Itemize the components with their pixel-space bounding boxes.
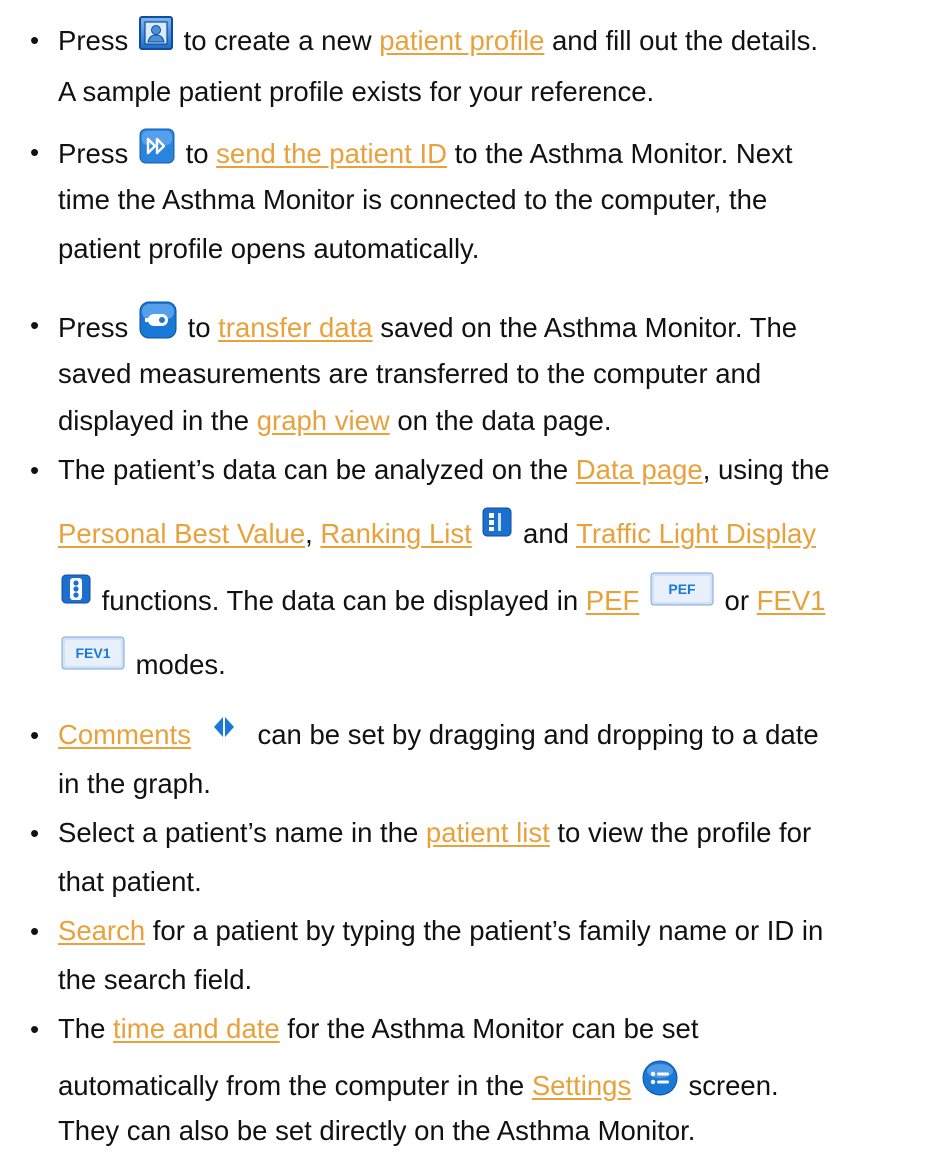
body-text: for a patient by typing the patient’s fa… bbox=[145, 915, 824, 946]
send-id-icon[interactable] bbox=[139, 128, 175, 175]
text-line: They can also be set directly on the Ast… bbox=[58, 1111, 695, 1151]
pef-mode-icon[interactable]: PEF bbox=[650, 572, 714, 617]
text-line: The patient’s data can be analyzed on th… bbox=[58, 450, 830, 490]
body-text: to bbox=[177, 137, 217, 169]
body-text bbox=[472, 518, 480, 549]
body-text: Press bbox=[58, 137, 136, 169]
text-line: patient profile opens automatically. bbox=[58, 229, 479, 269]
body-text: saved measurements are transferred to th… bbox=[58, 358, 762, 389]
body-text: , using the bbox=[702, 454, 830, 485]
text-line: Select a patient’s name in the patient l… bbox=[58, 813, 811, 853]
text-line: FEV1 modes. bbox=[58, 636, 226, 689]
body-text: to the Asthma Monitor. Next bbox=[447, 137, 793, 169]
body-text: The bbox=[58, 1013, 114, 1044]
body-text: and fill out the details. bbox=[544, 24, 819, 56]
body-text: and bbox=[515, 518, 577, 549]
text-line: that patient. bbox=[58, 862, 202, 902]
body-text: screen. bbox=[680, 1069, 779, 1101]
text-line: in the graph. bbox=[58, 764, 211, 804]
profile-icon[interactable] bbox=[138, 16, 173, 61]
text-line: time the Asthma Monitor is connected to … bbox=[58, 180, 767, 220]
body-text: or bbox=[716, 584, 757, 616]
text-line: Press to create a new patient profile an… bbox=[58, 16, 819, 65]
help-link-comments[interactable]: Comments bbox=[58, 719, 191, 750]
help-link-send-the-patient-id[interactable]: send the patient ID bbox=[216, 138, 447, 169]
help-page: • Press to create a new patient profile … bbox=[0, 0, 952, 1154]
text-line: the search field. bbox=[58, 960, 252, 1000]
body-text: on the data page. bbox=[389, 405, 612, 436]
body-text bbox=[191, 719, 206, 750]
help-link-personal-best-value[interactable]: Personal Best Value bbox=[58, 518, 305, 549]
body-text: to create a new bbox=[175, 24, 380, 56]
help-link-time-and-date[interactable]: time and date bbox=[113, 1013, 280, 1044]
body-text: Select a patient’s name in the bbox=[58, 817, 426, 848]
body-text: to bbox=[179, 311, 219, 343]
body-text: Press bbox=[58, 24, 136, 56]
help-link-settings[interactable]: Settings bbox=[532, 1070, 631, 1101]
help-link-traffic-light-display[interactable]: Traffic Light Display bbox=[576, 518, 816, 549]
help-link-ranking-list[interactable]: Ranking List bbox=[320, 518, 471, 549]
help-link-patient-profile[interactable]: patient profile bbox=[379, 25, 544, 56]
text-line: functions. The data can be displayed in … bbox=[58, 572, 826, 625]
body-text: time the Asthma Monitor is connected to … bbox=[58, 184, 768, 215]
fev1-mode-icon[interactable]: FEV1 bbox=[61, 636, 125, 681]
body-text: automatically from the computer in the bbox=[58, 1069, 532, 1101]
svg-text:FEV1: FEV1 bbox=[75, 645, 110, 661]
text-line: automatically from the computer in the S… bbox=[58, 1060, 779, 1111]
help-link-data-page[interactable]: Data page bbox=[576, 454, 703, 485]
body-text: in the graph. bbox=[58, 768, 211, 799]
body-text: that patient. bbox=[58, 866, 202, 897]
text-line: Press to send the patient ID to the Asth… bbox=[58, 128, 793, 179]
svg-text:PEF: PEF bbox=[668, 581, 696, 597]
body-text: displayed in the bbox=[58, 405, 257, 436]
comment-marker-icon[interactable] bbox=[209, 712, 239, 753]
help-link-transfer-data[interactable]: transfer data bbox=[218, 312, 372, 343]
body-text: patient profile opens automatically. bbox=[58, 233, 480, 264]
body-text: to view the profile for bbox=[549, 817, 812, 848]
text-line: A sample patient profile exists for your… bbox=[58, 72, 654, 112]
text-line: Personal Best Value, Ranking List and Tr… bbox=[58, 507, 816, 556]
body-text: functions. The data can be displayed in bbox=[94, 584, 586, 616]
text-line: Press to transfer data saved on the Asth… bbox=[58, 301, 798, 354]
body-text: A sample patient profile exists for your… bbox=[58, 76, 655, 107]
settings-icon[interactable] bbox=[642, 1060, 678, 1107]
help-link-patient-list[interactable]: patient list bbox=[426, 817, 550, 848]
body-text: saved on the Asthma Monitor. The bbox=[372, 311, 798, 343]
text-line: The time and date for the Asthma Monitor… bbox=[58, 1009, 699, 1049]
body-text: for the Asthma Monitor can be set bbox=[279, 1013, 699, 1044]
body-text bbox=[631, 1070, 639, 1101]
traffic-light-icon[interactable] bbox=[61, 574, 91, 615]
body-text: They can also be set directly on the Ast… bbox=[58, 1115, 696, 1146]
body-text: the search field. bbox=[58, 964, 253, 995]
body-text: Press bbox=[58, 311, 136, 343]
help-link-fev1[interactable]: FEV1 bbox=[757, 585, 826, 616]
text-line: Comments can be set by dragging and drop… bbox=[58, 715, 819, 757]
body-text: The patient’s data can be analyzed on th… bbox=[58, 454, 576, 485]
body-text: modes. bbox=[128, 648, 226, 680]
help-link-pef[interactable]: PEF bbox=[586, 585, 639, 616]
body-text: , bbox=[305, 518, 321, 549]
body-text: can be set by dragging and dropping to a… bbox=[242, 719, 819, 750]
text-line: displayed in the graph view on the data … bbox=[58, 401, 611, 441]
text-line: saved measurements are transferred to th… bbox=[58, 354, 761, 394]
help-link-graph-view[interactable]: graph view bbox=[257, 405, 390, 436]
help-link-search[interactable]: Search bbox=[58, 915, 145, 946]
body-text bbox=[639, 585, 647, 616]
ranking-list-icon[interactable] bbox=[482, 507, 512, 548]
text-line: Search for a patient by typing the patie… bbox=[58, 911, 823, 951]
transfer-data-icon[interactable] bbox=[139, 301, 177, 350]
